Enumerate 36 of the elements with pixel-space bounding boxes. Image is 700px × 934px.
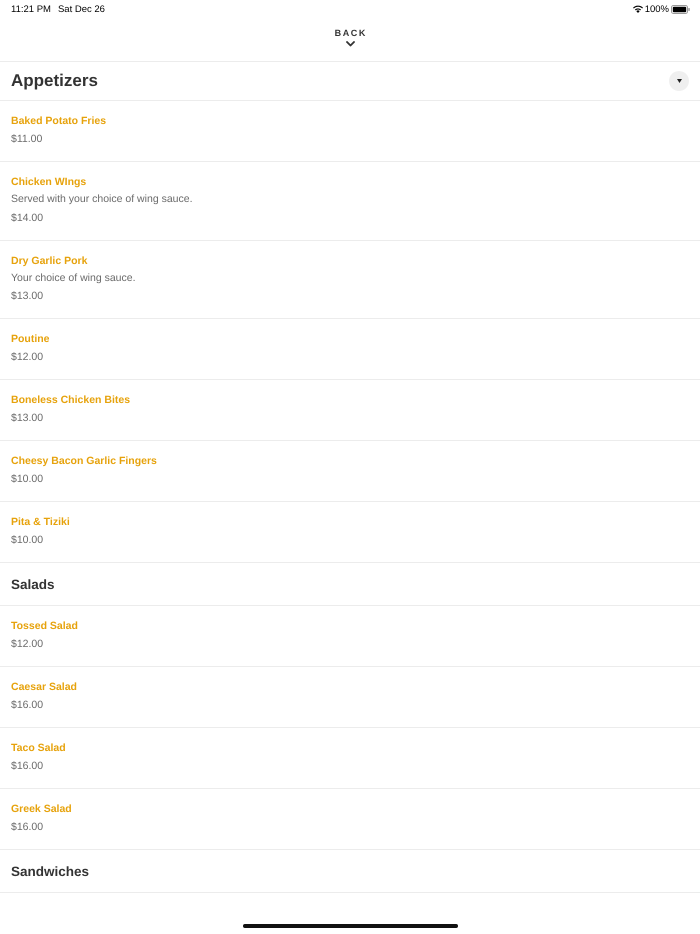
item-name: Tossed Salad — [11, 619, 78, 634]
caret-down-icon — [676, 79, 682, 83]
item-price: $12.00 — [11, 350, 44, 365]
section-title: Appetizers — [11, 71, 98, 91]
item-price: $16.00 — [11, 698, 44, 713]
item-price: $16.00 — [11, 820, 44, 835]
section-title: Salads — [11, 576, 55, 592]
chevron-down-icon — [346, 41, 354, 47]
wifi-icon — [632, 5, 643, 13]
item-price: $10.00 — [11, 533, 44, 548]
item-price: $13.00 — [11, 411, 44, 426]
item-description: Your choice of wing sauce. — [11, 270, 136, 286]
item-name: Poutine — [11, 332, 50, 347]
item-price: $16.00 — [11, 759, 44, 774]
item-price: $12.00 — [11, 637, 44, 652]
item-price: $11.00 — [11, 132, 42, 147]
section-title: Sandwiches — [11, 864, 90, 878]
item-price: $13.00 — [11, 289, 44, 304]
item-name: Dry Garlic Pork — [11, 254, 88, 268]
item-name: Baked Potato Fries — [11, 114, 106, 129]
item-name: Pita & Tiziki — [11, 515, 70, 530]
item-name: Taco Salad — [11, 741, 66, 756]
back-button[interactable]: BACK — [332, 28, 368, 47]
item-price: $10.00 — [11, 472, 44, 487]
item-name: Greek Salad — [11, 802, 72, 817]
item-name: Chicken WIngs — [11, 175, 86, 190]
item-price: $14.00 — [11, 210, 44, 226]
status-date: Sat Dec 26 — [58, 4, 105, 14]
item-name: Cheesy Bacon Garlic Fingers — [11, 454, 157, 469]
item-name: Boneless Chicken Bites — [11, 393, 130, 408]
dropdown-button[interactable] — [669, 71, 689, 91]
status-time: 11:21 PM — [11, 4, 51, 14]
battery-icon — [671, 4, 690, 14]
item-description: Served with your choice of wing sauce. — [11, 192, 193, 207]
item-name: Caesar Salad — [11, 680, 77, 695]
battery-percent: 100% — [644, 4, 669, 14]
